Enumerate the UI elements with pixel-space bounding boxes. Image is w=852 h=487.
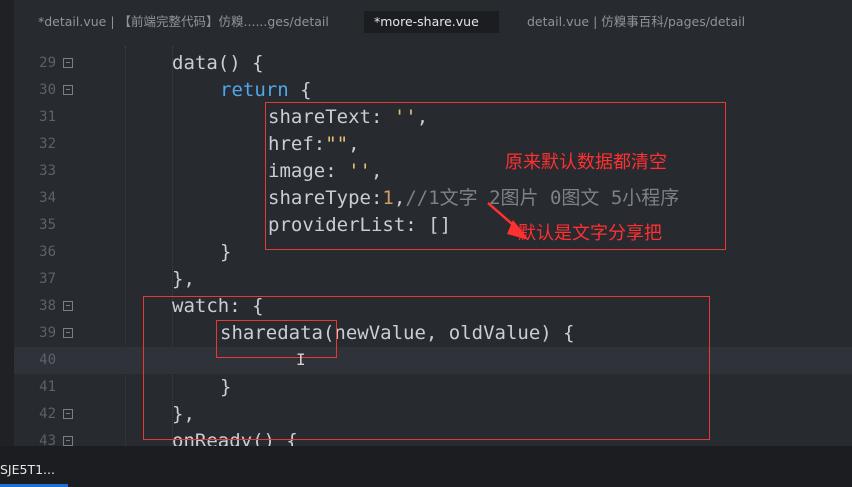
code-text: },: [172, 268, 195, 290]
annotation-box-sharedata: [216, 320, 337, 358]
taskbar-item[interactable]: SJE5T1...: [0, 462, 55, 477]
tab-more-share-vue[interactable]: *more-share.vue: [364, 11, 499, 33]
line-number: 39: [39, 325, 56, 341]
annotation-box-watch: [143, 296, 710, 440]
tab-detail-vue[interactable]: detail.vue | 仿糗事百科/pages/detail: [527, 11, 745, 33]
code-line: 30 − return {: [14, 77, 852, 104]
code-line: 29 − data() {: [14, 50, 852, 77]
line-number: 30: [39, 82, 56, 98]
line-number: 35: [39, 217, 56, 233]
line-number: 32: [39, 136, 56, 152]
annotation-note-default: 默认是文字分享把: [518, 223, 662, 244]
line-number: 33: [39, 163, 56, 179]
code-text: return {: [220, 79, 312, 101]
fold-icon[interactable]: −: [63, 85, 73, 95]
annotation-note-cleared: 原来默认数据都清空: [505, 152, 667, 173]
line-number: 36: [39, 244, 56, 260]
fold-icon[interactable]: −: [63, 409, 73, 419]
line-number: 42: [39, 406, 56, 422]
line-number: 29: [39, 55, 56, 71]
fold-icon[interactable]: −: [63, 328, 73, 338]
code-line: 37 },: [14, 266, 852, 293]
taskbar: SJE5T1...: [0, 446, 852, 487]
fold-icon[interactable]: −: [63, 301, 73, 311]
tab-detail-vue-frontend[interactable]: *detail.vue | 【前端完整代码】仿糗......ges/detail: [38, 11, 329, 33]
text-cursor-icon: I: [296, 350, 306, 369]
line-number: 43: [39, 433, 56, 446]
line-number: 38: [39, 298, 56, 314]
line-number: 37: [39, 271, 56, 287]
line-number: 41: [39, 379, 56, 395]
line-number: 31: [39, 109, 56, 125]
line-number: 40: [39, 352, 56, 368]
code-text: }: [220, 241, 232, 263]
code-text: data() {: [172, 52, 264, 74]
line-number: 34: [39, 190, 56, 206]
fold-icon[interactable]: −: [63, 436, 73, 446]
editor-tab-bar: *detail.vue | 【前端完整代码】仿糗......ges/detail…: [14, 0, 852, 46]
fold-icon[interactable]: −: [63, 58, 73, 68]
gutter-strip: [0, 0, 14, 446]
